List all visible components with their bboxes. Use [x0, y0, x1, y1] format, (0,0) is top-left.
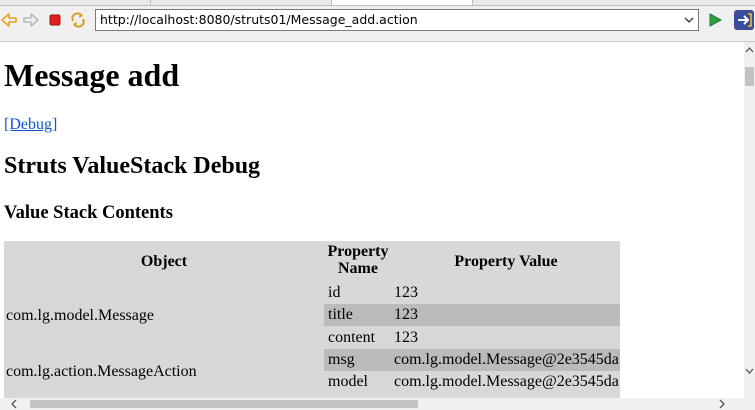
forward-button[interactable] [22, 10, 40, 30]
refresh-icon [71, 12, 85, 28]
browser-toolbar: http://localhost:8080/struts01/Message_a… [0, 0, 755, 42]
object-cell: com.lg.model.Message [6, 307, 154, 324]
vertical-scroll-thumb[interactable] [745, 67, 754, 86]
url-bar[interactable]: http://localhost:8080/struts01/Message_a… [95, 9, 699, 31]
header-property-value: Property Value [454, 253, 558, 270]
scroll-down-icon[interactable] [745, 366, 754, 375]
url-dropdown-button[interactable] [683, 13, 695, 27]
property-row: content 123 [324, 327, 620, 349]
stop-button[interactable] [47, 10, 65, 30]
value-stack-heading: Value Stack Contents [4, 203, 173, 223]
forward-arrow-icon [23, 13, 39, 27]
debug-heading: Struts ValueStack Debug [4, 153, 261, 179]
extension-icon [734, 10, 754, 30]
page-title: Message add [4, 57, 180, 93]
refresh-button[interactable] [69, 10, 87, 30]
url-text[interactable]: http://localhost:8080/struts01/Message_a… [100, 12, 418, 27]
property-row: model com.lg.model.Message@2e3545da [324, 371, 620, 393]
property-row: title 123 [324, 304, 620, 326]
property-row: msg com.lg.model.Message@2e3545da [324, 349, 620, 371]
object-cell: com.lg.action.MessageAction [6, 363, 197, 380]
property-name: msg [328, 351, 355, 368]
property-value: 123 [394, 306, 418, 323]
property-name: title [328, 306, 353, 323]
property-value: com.lg.model.Message@2e3545da [394, 351, 619, 368]
scroll-left-icon[interactable] [10, 399, 20, 409]
property-name: content [328, 329, 376, 346]
scroll-up-icon[interactable] [745, 46, 754, 55]
property-value: 123 [394, 329, 418, 346]
page-content: Message add [Debug] Struts ValueStack De… [0, 42, 744, 398]
horizontal-scroll-thumb[interactable] [30, 400, 418, 408]
back-button[interactable] [0, 10, 18, 30]
tab[interactable] [151, 0, 332, 5]
scroll-right-icon[interactable] [716, 399, 726, 409]
extension-button[interactable] [733, 9, 755, 31]
tab[interactable] [0, 0, 151, 5]
property-value: com.lg.model.Message@2e3545da [394, 373, 619, 390]
back-arrow-icon [1, 13, 17, 27]
property-row: id 123 [324, 282, 620, 304]
tab-active[interactable] [332, 0, 473, 5]
go-arrow-icon [709, 13, 723, 27]
chevron-down-icon [684, 17, 694, 23]
debug-link[interactable]: [Debug] [4, 116, 57, 134]
header-property-name: Property Name [327, 243, 389, 277]
property-name: model [328, 373, 368, 390]
stop-icon [49, 14, 61, 26]
property-name: id [328, 284, 341, 301]
horizontal-scrollbar[interactable] [0, 398, 755, 410]
go-button[interactable] [707, 11, 723, 29]
value-stack-table: Object Property Name Property Value com.… [4, 241, 620, 398]
property-value: 123 [394, 284, 418, 301]
tab-strip [0, 0, 755, 6]
vertical-scrollbar[interactable] [744, 42, 755, 398]
header-object: Object [140, 253, 188, 270]
